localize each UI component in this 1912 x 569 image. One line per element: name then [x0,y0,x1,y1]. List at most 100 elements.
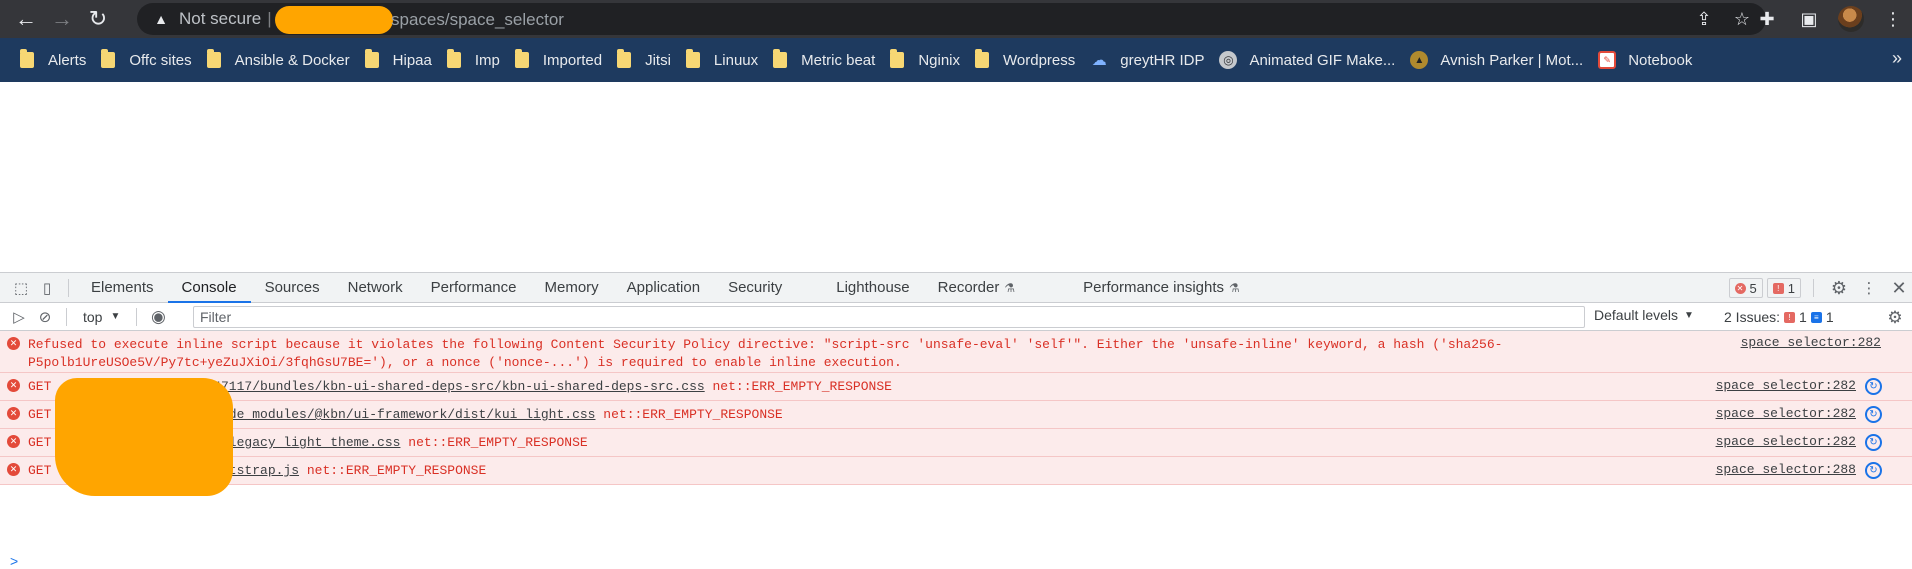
folder-icon [364,49,379,68]
settings-gear-icon[interactable]: ⚙ [1826,275,1852,301]
error-status: net::ERR_EMPTY_RESPONSE [603,407,783,422]
issue-count: 1 [1787,280,1795,296]
not-secure-label: Not secure [179,9,262,28]
flask-icon: ⚗ [1004,280,1016,295]
bookmark-wordpress[interactable]: Wordpress [969,44,1084,76]
bookmark-offc-sites[interactable]: Offc sites [95,44,200,76]
levels-label: Default levels [1594,307,1679,323]
security-separator: | [267,9,272,28]
bookmark-hipaa[interactable]: Hipaa [359,44,441,76]
tab-performance[interactable]: Performance [417,273,531,303]
error-icon: ✕ [7,379,20,392]
omnibox-actions: ⇪ ☆ [1692,7,1754,31]
source-link[interactable]: space_selector:288 [1716,462,1856,477]
bookmark-label: Nginix [918,51,961,69]
tab-performance-insights[interactable]: Performance insights ⚗ [1069,273,1254,303]
source-link[interactable]: space_selector:282 [1716,434,1856,449]
request-url[interactable]: /node_modules/@kbn/ui-framework/dist/kui… [205,407,595,422]
bookmarks-bar: Alerts Offc sites Ansible & Docker Hipaa… [0,38,1912,82]
tab-recorder[interactable]: Recorder ⚗ [924,273,1029,303]
bookmark-label: Ansible & Docker [234,51,350,69]
tab-console[interactable]: Console [167,273,251,303]
tab-lighthouse[interactable]: Lighthouse [822,273,923,303]
issues-counter[interactable]: 2 Issues: ! 1 ≡ 1 [1720,306,1838,328]
tab-label: Performance [430,279,517,296]
network-request-icon[interactable]: ↻ [1865,378,1882,395]
issue-count-badge[interactable]: ! 1 [1766,278,1801,298]
side-panel-icon[interactable]: ▣ [1790,3,1828,35]
context-selector[interactable]: top ▼ [75,309,128,325]
device-toolbar-icon[interactable]: ▯ [34,275,60,301]
bookmark-alerts[interactable]: Alerts [14,44,95,76]
error-text: GET ui/legacy_light_theme.css net::ERR_EM… [0,429,1912,455]
devtools-panel: ⬚ ▯ Elements Console Sources Network Per… [0,272,1912,569]
console-filter-input[interactable] [193,306,1585,328]
bookmark-notebook[interactable]: ✎ Notebook [1592,44,1701,76]
back-button[interactable]: ← [8,3,44,35]
share-icon[interactable]: ⇪ [1692,7,1716,31]
tab-security[interactable]: Security [714,273,796,303]
tab-network[interactable]: Network [334,273,417,303]
extensions-puzzle-icon[interactable]: ✚ [1748,3,1786,35]
folder-icon [975,49,990,68]
console-settings-gear-icon[interactable]: ⚙ [1882,305,1908,331]
bookmarks-overflow-icon[interactable]: » [1892,48,1902,69]
devtools-menu-icon[interactable]: ⋮ [1856,275,1882,301]
tab-sources[interactable]: Sources [251,273,334,303]
bookmark-nginix[interactable]: Nginix [884,44,969,76]
tab-label: Memory [544,279,599,296]
sidebar-toggle-icon[interactable]: ▷ [6,304,32,330]
bookmark-linuux[interactable]: Linuux [680,44,767,76]
arrow-left-icon: ← [15,6,37,31]
error-text: GET/node_modules/@kbn/ui-framework/dist/… [0,401,1912,427]
bookmark-label: Notebook [1628,51,1693,69]
source-link[interactable]: space_selector:282 [1716,378,1856,393]
network-request-icon[interactable]: ↻ [1865,462,1882,479]
issue-square-icon: ! [1772,282,1784,294]
request-url[interactable]: /47117/bundles/kbn-ui-shared-deps-src/kb… [205,379,704,394]
source-link[interactable]: space_selector:282 [1716,406,1856,421]
toolbar-right: ✚ ▣ ⋮ [1748,3,1912,35]
tab-application[interactable]: Application [613,273,714,303]
bookmark-label: Imp [474,51,500,69]
http-method: GET [28,463,52,478]
inspect-element-icon[interactable]: ⬚ [8,275,34,301]
warning-triangle-icon: ▲ [154,11,168,27]
kebab-menu-icon[interactable]: ⋮ [1874,3,1912,35]
bookmark-metric-beat[interactable]: Metric beat [767,44,884,76]
bookmark-ansible-docker[interactable]: Ansible & Docker [201,44,359,76]
network-request-icon[interactable]: ↻ [1865,406,1882,423]
reload-icon: ↻ [88,6,108,31]
flask-icon: ⚗ [1229,280,1240,295]
bookmark-greythr-idp[interactable]: ☁ greytHR IDP [1084,44,1213,76]
error-count-badge[interactable]: ✕ 5 [1728,278,1763,298]
greythr-logo-icon: ☁ [1091,52,1107,69]
network-request-icon[interactable]: ↻ [1865,434,1882,451]
error-icon: ✕ [7,337,20,350]
bookmark-avnish-parker[interactable]: ▲ Avnish Parker | Mot... [1404,44,1592,76]
bookmark-imported[interactable]: Imported [509,44,611,76]
live-expression-eye-icon[interactable]: ◉ [145,304,171,330]
url-path[interactable]: spaces/space_selector [391,10,564,30]
bookmark-label: greytHR IDP [1120,51,1205,69]
tab-elements[interactable]: Elements [77,273,168,303]
source-link[interactable]: space_selector:282 [1741,335,1881,350]
bookmark-jitsi[interactable]: Jitsi [611,44,680,76]
address-bar[interactable]: ▲ Not secure | spaces/space_selector ⇪ ☆ [137,3,1766,35]
bookmark-imp[interactable]: Imp [441,44,509,76]
bookmark-label: Hipaa [392,51,432,69]
profile-button[interactable] [1832,3,1870,35]
console-prompt[interactable]: > [10,553,18,569]
issues-info-count: 1 [1825,309,1834,325]
reload-button[interactable]: ↻ [80,3,116,35]
clear-console-icon[interactable]: ⊘ [32,304,58,330]
close-devtools-icon[interactable]: ✕ [1886,275,1912,301]
tab-memory[interactable]: Memory [531,273,613,303]
log-levels-dropdown[interactable]: Default levels ▼ [1588,307,1700,323]
forward-button[interactable]: → [44,3,80,35]
http-method: GET [28,435,52,450]
request-url[interactable]: ui/legacy_light_theme.css [205,435,400,450]
divider [68,278,69,297]
bookmark-label: Metric beat [801,51,876,69]
bookmark-animated-gif[interactable]: ◎ Animated GIF Make... [1213,44,1404,76]
